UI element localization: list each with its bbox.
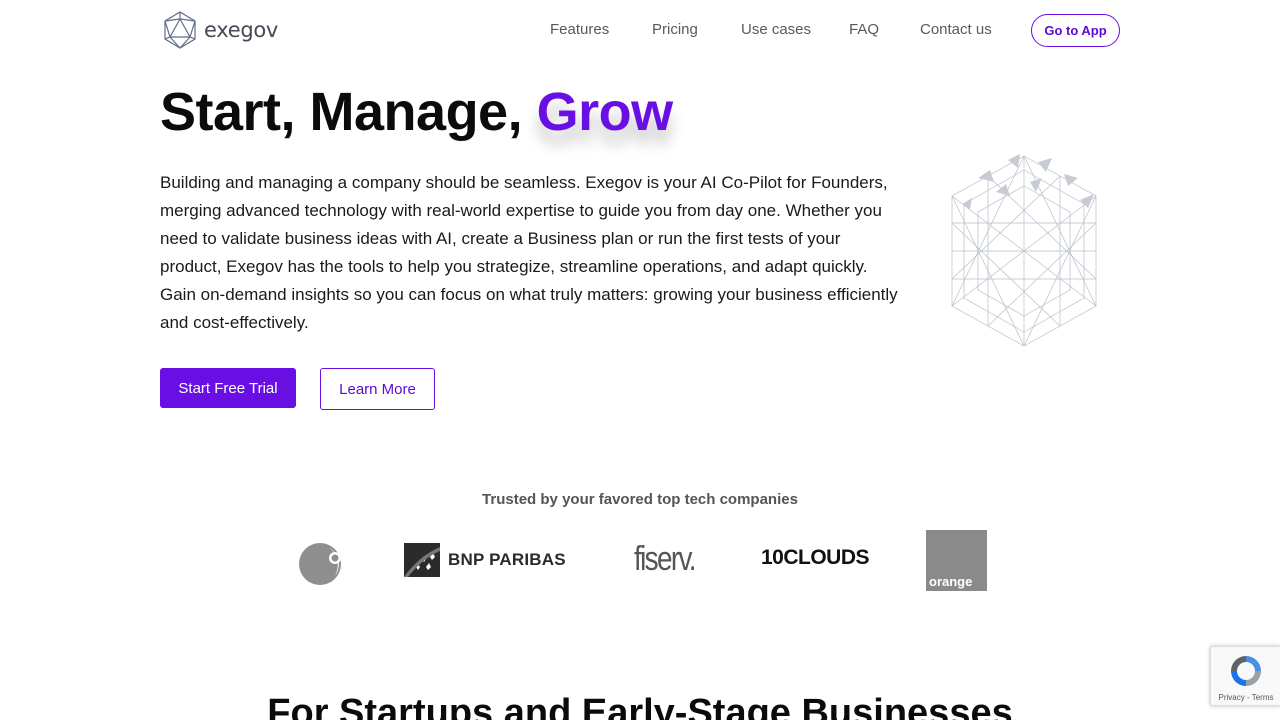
- nav-faq[interactable]: FAQ: [849, 21, 879, 38]
- bnp-stars-icon: [404, 543, 440, 577]
- trusted-title: Trusted by your favored top tech compani…: [482, 491, 798, 508]
- bnp-paribas-wordmark: BNP PARIBAS: [448, 550, 566, 569]
- wireframe-sphere-illustration: [951, 154, 1097, 347]
- nav-pricing[interactable]: Pricing: [652, 21, 698, 38]
- orange-wordmark: orange: [929, 574, 973, 589]
- orange-logo: orange: [926, 530, 987, 591]
- hero-title: Start, Manage, Grow: [160, 80, 673, 144]
- nav-use-cases[interactable]: Use cases: [741, 21, 811, 38]
- go-to-app-button[interactable]: Go to App: [1031, 14, 1120, 47]
- nav-contact[interactable]: Contact us: [920, 21, 992, 38]
- fiserv-logo: fiserv.: [634, 540, 696, 578]
- nav-features[interactable]: Features: [550, 21, 609, 38]
- startups-section-heading: For Startups and Early-Stage Businesses: [267, 692, 1013, 720]
- recaptcha-badge[interactable]: Privacy - Terms: [1210, 646, 1280, 706]
- bnp-paribas-logo: BNP PARIBAS: [404, 542, 580, 578]
- hero-title-main: Start, Manage,: [160, 82, 537, 142]
- globe-brand-icon: [299, 543, 341, 585]
- hero-title-accent: Grow: [536, 82, 674, 142]
- hero-description: Building and managing a company should b…: [160, 173, 898, 332]
- recaptcha-icon: [1231, 656, 1261, 686]
- 10clouds-logo: 10CLOUDS: [761, 546, 870, 569]
- partner-logos: BNP PARIBAS fiserv. 10CLOUDS orange: [0, 528, 1280, 594]
- recaptcha-footer-links[interactable]: Privacy - Terms: [1211, 693, 1280, 702]
- learn-more-button[interactable]: Learn More: [320, 368, 435, 410]
- site-header: exegov Features Pricing Use cases FAQ Co…: [0, 0, 1280, 62]
- start-free-trial-button[interactable]: Start Free Trial: [160, 368, 296, 408]
